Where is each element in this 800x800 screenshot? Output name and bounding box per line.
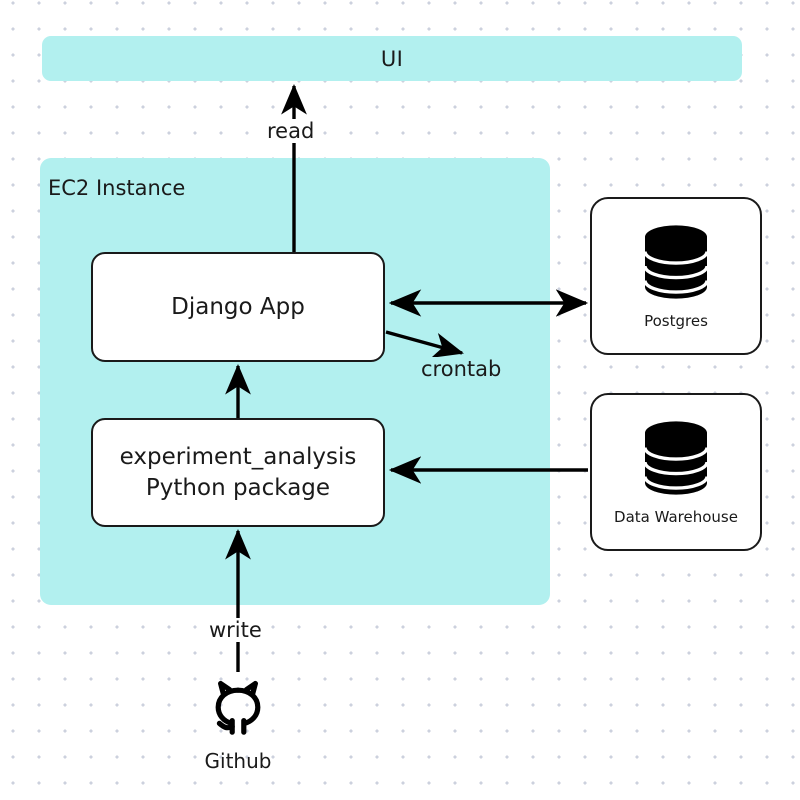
node-experiment-analysis-package[interactable]: experiment_analysis Python package [91, 418, 385, 527]
edge-label-write: write [206, 618, 265, 642]
node-postgres-label: Postgres [644, 311, 708, 330]
node-github-label: Github [204, 749, 272, 773]
github-octocat-icon [213, 678, 263, 740]
group-ec2-instance-label: EC2 Instance [48, 176, 186, 200]
node-github[interactable]: Github [182, 678, 294, 780]
database-cylinder-icon [641, 419, 711, 501]
node-data-warehouse-label: Data Warehouse [614, 507, 738, 526]
group-ui-bar-label: UI [380, 46, 404, 71]
node-django-app[interactable]: Django App [91, 252, 385, 362]
node-experiment-analysis-label-line1: experiment_analysis [119, 444, 357, 471]
edge-label-read: read [264, 119, 318, 143]
group-ec2-instance[interactable] [40, 158, 550, 605]
database-cylinder-icon [641, 223, 711, 305]
architecture-diagram-canvas: UI EC2 Instance Django App experiment_an… [0, 0, 800, 800]
group-ui-bar[interactable]: UI [42, 36, 742, 81]
node-experiment-analysis-label-line2: Python package [145, 474, 331, 501]
node-postgres[interactable]: Postgres [590, 197, 762, 355]
edge-label-crontab: crontab [418, 357, 505, 381]
node-django-app-label: Django App [171, 294, 305, 320]
node-data-warehouse[interactable]: Data Warehouse [590, 393, 762, 551]
